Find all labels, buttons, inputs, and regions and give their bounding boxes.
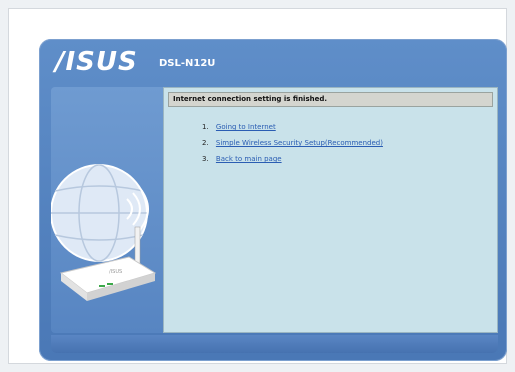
- back-to-main-page-link[interactable]: Back to main page: [216, 155, 282, 163]
- footer-bar: [51, 335, 498, 353]
- option-number: 3.: [202, 155, 209, 163]
- sidebar-illustration: /ISUS: [51, 87, 163, 333]
- status-message: Internet connection setting is finished.: [168, 92, 493, 107]
- asus-logo: /ISUS: [55, 47, 138, 77]
- router-panel: /ISUS DSL-N12U /ISUS Internet connection…: [39, 39, 507, 361]
- router-globe-icon: /ISUS: [51, 164, 157, 301]
- option-number: 2.: [202, 139, 209, 147]
- setup-result-panel: Internet connection setting is finished.…: [163, 87, 498, 333]
- option-number: 1.: [202, 123, 209, 131]
- list-item: 1. Going to Internet: [202, 123, 383, 139]
- list-item: 3. Back to main page: [202, 155, 383, 171]
- page-container: /ISUS DSL-N12U /ISUS Internet connection…: [8, 8, 507, 364]
- going-to-internet-link[interactable]: Going to Internet: [216, 123, 276, 131]
- svg-text:/ISUS: /ISUS: [109, 269, 122, 275]
- list-item: 2. Simple Wireless Security Setup(Recomm…: [202, 139, 383, 155]
- options-list: 1. Going to Internet 2. Simple Wireless …: [202, 123, 383, 171]
- model-name: DSL-N12U: [159, 58, 216, 69]
- header: /ISUS DSL-N12U: [39, 39, 507, 87]
- wireless-security-setup-link[interactable]: Simple Wireless Security Setup(Recommend…: [216, 139, 383, 147]
